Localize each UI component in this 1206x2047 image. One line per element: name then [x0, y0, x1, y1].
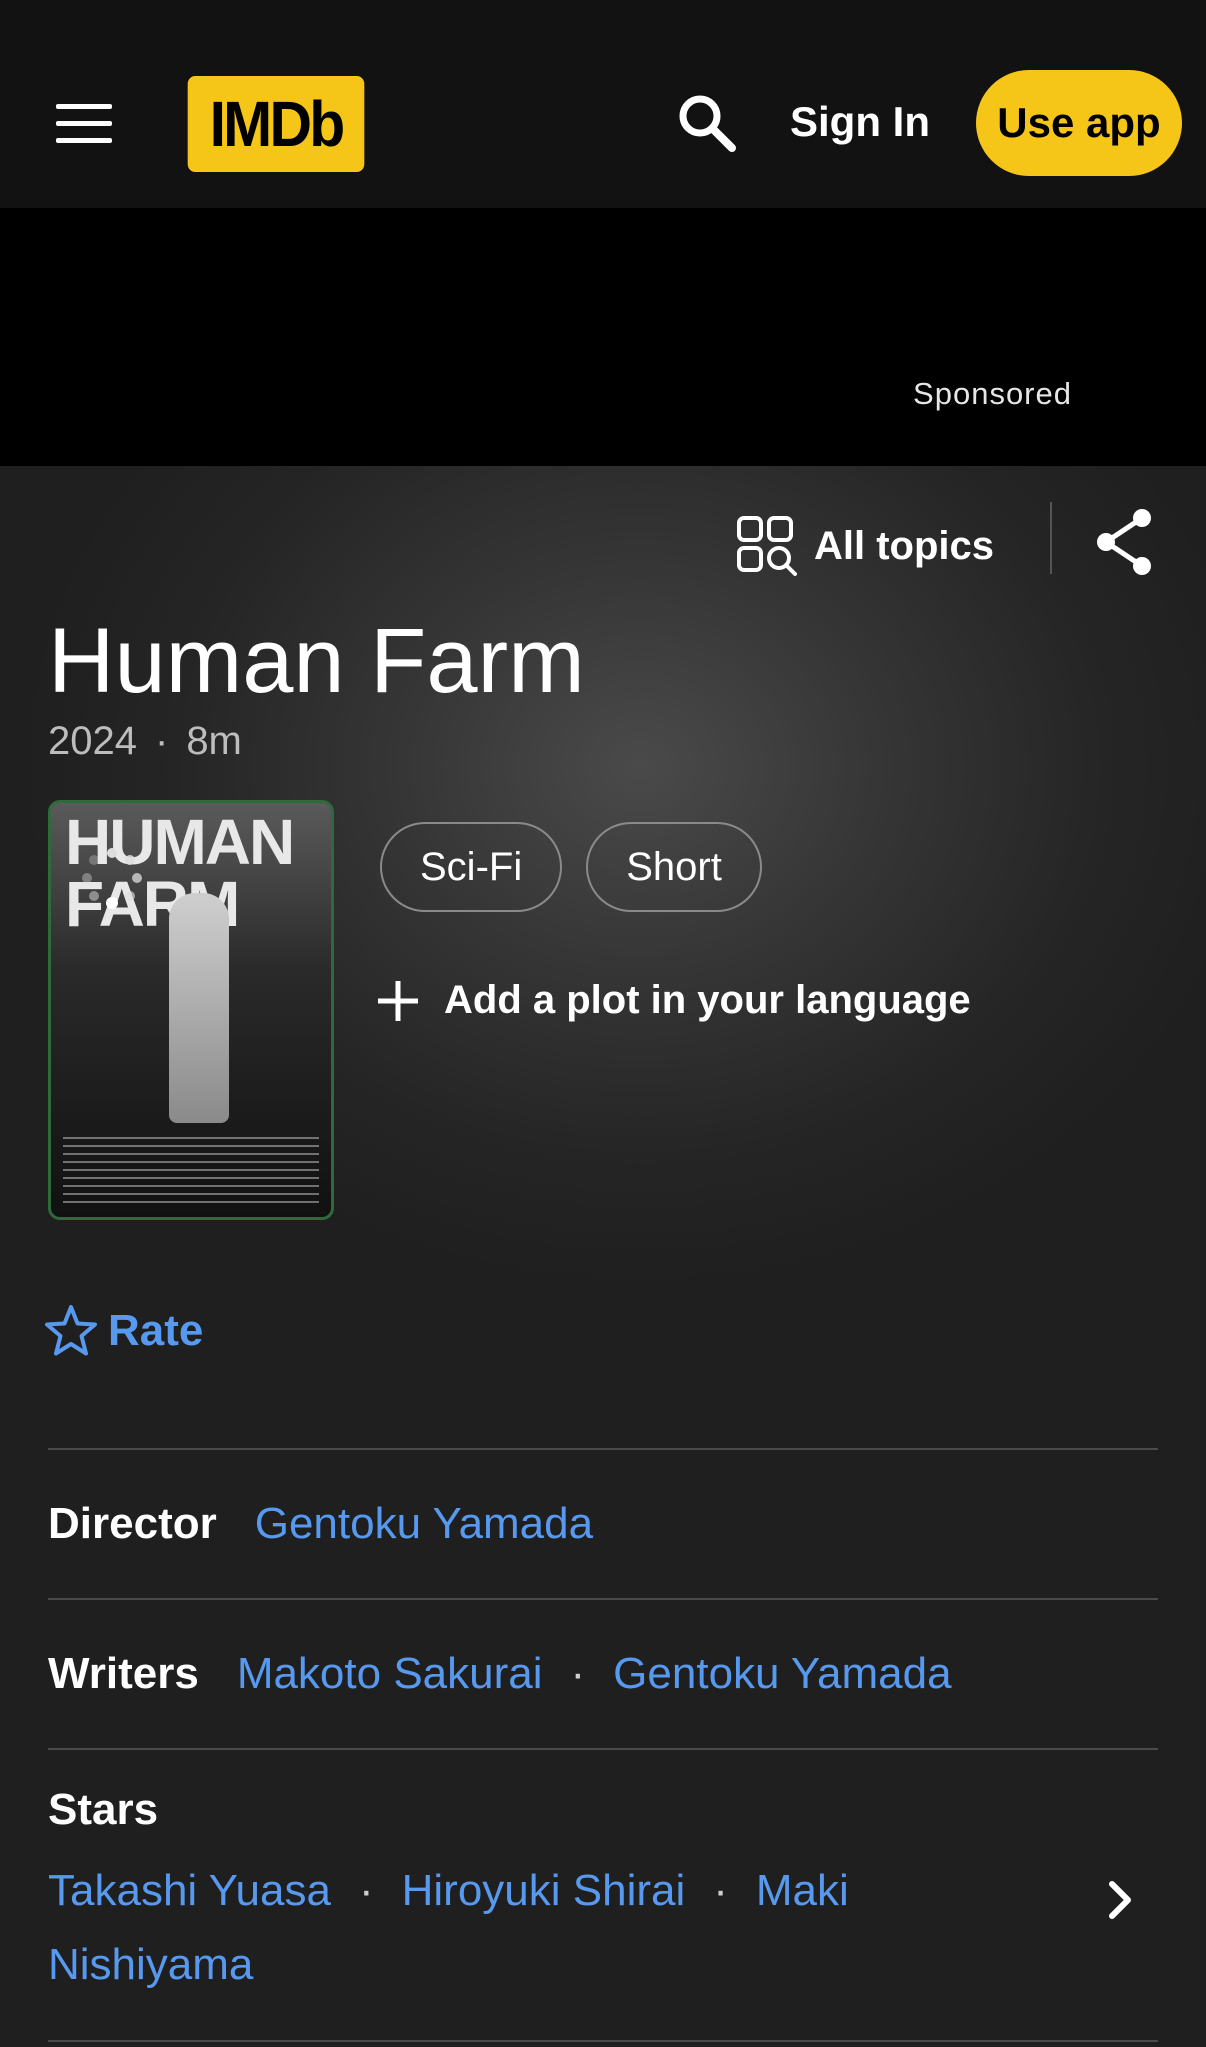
- imdb-logo[interactable]: IMDb: [187, 76, 365, 172]
- title-metadata: 2024 · 8m: [48, 716, 242, 766]
- title-hero-section: All topics Human Farm 2024 · 8m HUMAN FARM: [0, 466, 1206, 1466]
- poster-figure-art: [169, 893, 229, 1123]
- plus-icon: [378, 980, 418, 1021]
- page-title: Human Farm: [48, 610, 585, 712]
- divider: [48, 2040, 1158, 2042]
- writer-link[interactable]: Makoto Sakurai: [237, 1649, 543, 1699]
- sign-in-link[interactable]: Sign In: [790, 92, 930, 152]
- meta-separator: ·: [154, 719, 169, 763]
- release-year: 2024: [48, 719, 137, 763]
- add-plot-label: Add a plot in your language: [444, 978, 971, 1022]
- toolbar-divider: [1050, 502, 1052, 574]
- stars-label: Stars: [48, 1785, 159, 1834]
- director-link[interactable]: Gentoku Yamada: [255, 1499, 593, 1549]
- principal-credits: Director Gentoku Yamada Writers Makoto S…: [48, 1448, 1158, 2042]
- writers-row: Writers Makoto Sakurai · Gentoku Yamada: [48, 1600, 1158, 1748]
- add-plot-button[interactable]: Add a plot in your language: [376, 978, 971, 1023]
- poster-image[interactable]: HUMAN FARM: [48, 800, 334, 1220]
- runtime: 8m: [186, 719, 242, 763]
- director-row: Director Gentoku Yamada: [48, 1450, 1158, 1598]
- all-topics-button[interactable]: All topics: [736, 506, 994, 586]
- all-topics-label: All topics: [814, 523, 995, 568]
- writer-link[interactable]: Gentoku Yamada: [613, 1649, 951, 1699]
- topics-grid-icon: [737, 516, 797, 576]
- genre-chips: Sci-Fi Short: [380, 822, 762, 912]
- director-label: Director: [48, 1499, 217, 1548]
- use-app-button[interactable]: Use app: [976, 70, 1182, 176]
- rate-label: Rate: [108, 1306, 204, 1355]
- writers-label: Writers: [48, 1649, 199, 1698]
- loading-spinner-icon: [82, 848, 142, 909]
- rate-button[interactable]: Rate: [44, 1304, 203, 1358]
- sponsored-ad-banner[interactable]: Sponsored: [0, 208, 1206, 466]
- star-outline-icon: [45, 1305, 97, 1356]
- hamburger-menu-icon[interactable]: [56, 104, 112, 144]
- poster-credits-art: [63, 1137, 319, 1207]
- name-separator: ·: [570, 1649, 586, 1698]
- stars-row[interactable]: Stars Takashi Yuasa · Hiroyuki Shirai · Maki…: [48, 1750, 1158, 2040]
- top-navigation-bar: IMDb Sign In Use app: [0, 0, 1206, 208]
- genre-chip[interactable]: Short: [586, 822, 762, 912]
- share-icon[interactable]: [1092, 506, 1156, 578]
- search-icon[interactable]: [676, 92, 738, 154]
- name-separator: ·: [358, 1866, 374, 1915]
- genre-chip[interactable]: Sci-Fi: [380, 822, 563, 912]
- star-link[interactable]: Takashi Yuasa: [48, 1866, 331, 1915]
- stars-names: Takashi Yuasa · Hiroyuki Shirai · Maki Nishi…: [48, 1854, 988, 2002]
- star-link[interactable]: Hiroyuki Shirai: [402, 1866, 686, 1915]
- name-separator: ·: [713, 1866, 728, 1915]
- chevron-right-icon[interactable]: [1102, 1876, 1138, 1924]
- sponsored-label: Sponsored: [913, 376, 1072, 411]
